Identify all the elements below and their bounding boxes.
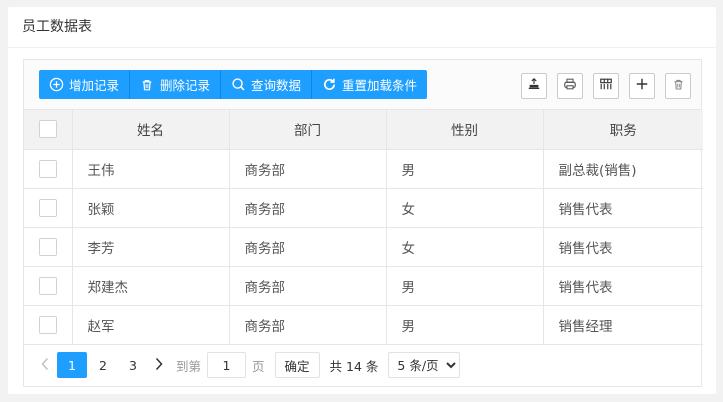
goto-label: 到第 [176, 358, 202, 374]
row-select-cell [24, 149, 73, 189]
print-tool[interactable] [557, 73, 583, 99]
cell-gender: 男 [386, 305, 544, 345]
cell-gender: 女 [386, 227, 544, 267]
add-record-button[interactable]: 增加记录 [39, 70, 131, 99]
delete-tool[interactable] [665, 73, 691, 99]
cell-title: 销售经理 [543, 305, 703, 345]
page-unit-label: 页 [252, 358, 265, 374]
chevron-left-icon [40, 357, 50, 374]
page-1-button[interactable]: 1 [57, 352, 87, 378]
data-card: 员工数据表 增加记录 删除记录 查询数据 重置加载条件 姓名 部门 性别 职务 … [8, 7, 716, 394]
page-2-button[interactable]: 2 [88, 352, 118, 378]
cell-title: 销售代表 [543, 188, 703, 228]
data-table-container: 增加记录 删除记录 查询数据 重置加载条件 姓名 部门 性别 职务 王伟 商务部… [23, 59, 703, 387]
table-header-row: 姓名 部门 性别 职务 [24, 110, 703, 150]
export-tool[interactable] [521, 73, 547, 99]
cell-title: 副总裁(销售) [543, 149, 703, 189]
column-header-dept[interactable]: 部门 [229, 110, 387, 150]
column-header-title[interactable]: 职务 [543, 110, 703, 150]
cell-gender: 男 [386, 149, 544, 189]
cell-dept: 商务部 [229, 188, 387, 228]
columns-tool[interactable] [593, 73, 619, 99]
delete-record-button[interactable]: 删除记录 [130, 70, 222, 99]
reset-conditions-label: 重置加载条件 [342, 78, 418, 93]
row-select-cell [24, 266, 73, 306]
cell-dept: 商务部 [229, 305, 387, 345]
column-header-gender[interactable]: 性别 [386, 110, 544, 150]
card-title: 员工数据表 [8, 7, 716, 48]
prev-page-button[interactable] [34, 352, 56, 378]
plus-circle-icon [48, 77, 64, 93]
column-header-name[interactable]: 姓名 [72, 110, 230, 150]
cell-title: 销售代表 [543, 227, 703, 267]
delete-icon [672, 78, 685, 95]
search-icon [230, 77, 246, 93]
next-page-button[interactable] [148, 352, 170, 378]
table-toolbar: 增加记录 删除记录 查询数据 重置加载条件 [24, 60, 701, 110]
trash-icon [139, 77, 155, 93]
row-checkbox[interactable] [38, 315, 57, 334]
row-select-cell [24, 305, 73, 345]
add-tool[interactable] [629, 73, 655, 99]
total-count: 共 14 条 [329, 358, 379, 374]
refresh-icon [321, 77, 337, 93]
row-checkbox[interactable] [38, 198, 57, 217]
confirm-goto-button[interactable]: 确定 [274, 352, 320, 378]
cell-dept: 商务部 [229, 149, 387, 189]
row-checkbox[interactable] [38, 237, 57, 256]
cell-name: 赵军 [72, 305, 230, 345]
select-all-checkbox[interactable] [38, 120, 57, 139]
cell-name: 王伟 [72, 149, 230, 189]
page-size-select[interactable]: 5 条/页 [388, 352, 461, 378]
page-3-button[interactable]: 3 [118, 352, 148, 378]
employee-table: 姓名 部门 性别 职务 王伟 商务部 男 副总裁(销售) 张颖 商务部 女 销售… [24, 110, 703, 345]
row-checkbox[interactable] [38, 276, 57, 295]
table-row[interactable]: 郑建杰 商务部 男 销售代表 [24, 266, 703, 306]
cell-dept: 商务部 [229, 266, 387, 306]
cell-dept: 商务部 [229, 227, 387, 267]
row-select-cell [24, 188, 73, 228]
add-icon [635, 77, 649, 95]
export-icon [527, 77, 541, 95]
query-data-label: 查询数据 [251, 78, 302, 93]
pagination-bar: 1 2 3 到第 页 确定 共 14 条 5 条/页 [24, 345, 701, 385]
table-row[interactable]: 王伟 商务部 男 副总裁(销售) [24, 149, 703, 189]
cell-title: 销售代表 [543, 266, 703, 306]
row-select-cell [24, 227, 73, 267]
toolbar-tools [521, 73, 691, 99]
delete-record-label: 删除记录 [160, 78, 211, 93]
action-button-group: 增加记录 删除记录 查询数据 重置加载条件 [39, 70, 428, 99]
goto-page-input[interactable] [207, 352, 247, 378]
cell-name: 张颖 [72, 188, 230, 228]
columns-icon [599, 77, 613, 95]
query-data-button[interactable]: 查询数据 [221, 70, 313, 99]
reset-conditions-button[interactable]: 重置加载条件 [312, 70, 428, 99]
cell-gender: 男 [386, 266, 544, 306]
add-record-label: 增加记录 [69, 78, 120, 93]
table-row[interactable]: 李芳 商务部 女 销售代表 [24, 227, 703, 267]
print-icon [563, 77, 577, 95]
cell-gender: 女 [386, 188, 544, 228]
table-row[interactable]: 赵军 商务部 男 销售经理 [24, 305, 703, 345]
row-checkbox[interactable] [38, 159, 57, 178]
table-row[interactable]: 张颖 商务部 女 销售代表 [24, 188, 703, 228]
chevron-right-icon [154, 357, 164, 374]
cell-name: 郑建杰 [72, 266, 230, 306]
cell-name: 李芳 [72, 227, 230, 267]
select-all-cell [24, 110, 73, 150]
